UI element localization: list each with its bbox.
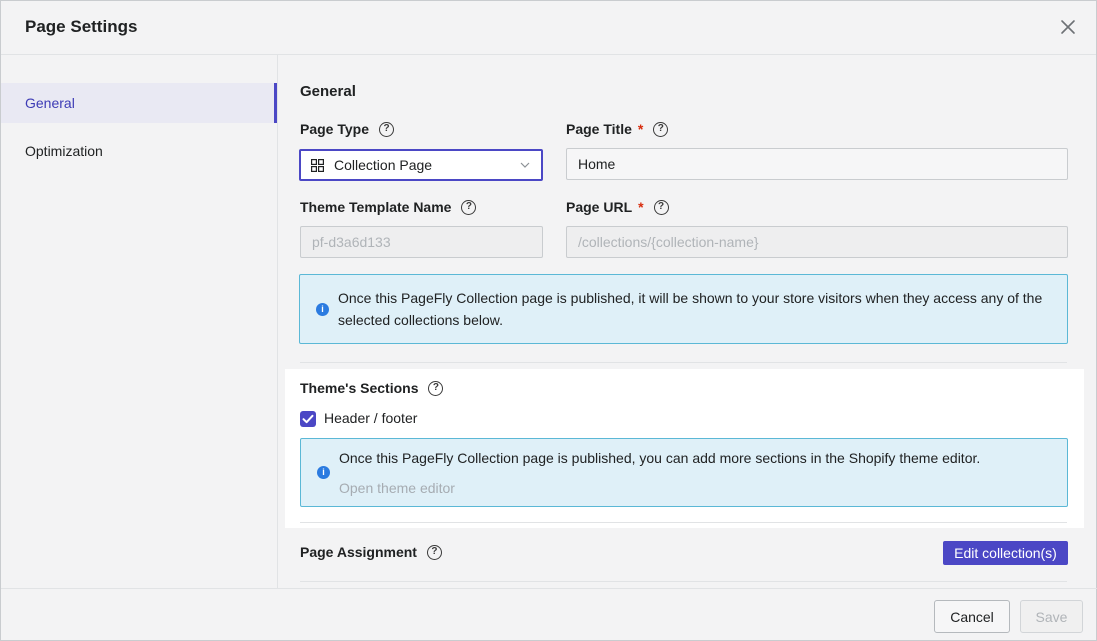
info-icon: i — [317, 466, 330, 479]
section-title-general: General — [300, 83, 356, 100]
close-icon[interactable] — [1058, 17, 1078, 37]
help-icon[interactable]: ? — [428, 380, 444, 396]
page-title-label-text: Page Title — [566, 121, 632, 137]
header-footer-checkbox[interactable] — [300, 411, 316, 427]
page-assignment-label-text: Page Assignment — [300, 544, 417, 560]
page-assignment-label: Page Assignment ? — [300, 544, 442, 560]
theme-template-label: Theme Template Name ? — [300, 199, 477, 215]
theme-template-input[interactable]: pf-d3a6d133 — [300, 226, 543, 258]
help-icon[interactable]: ? — [653, 199, 669, 215]
required-mark: * — [638, 199, 644, 215]
grid-icon — [311, 158, 324, 172]
divider — [300, 522, 1067, 523]
page-settings-modal: Page Settings General Optimization Gener… — [0, 0, 1097, 641]
required-mark: * — [637, 121, 644, 137]
page-url-label-text: Page URL — [566, 199, 633, 215]
theme-sections-banner: i Once this PageFly Collection page is p… — [300, 438, 1068, 507]
info-icon: i — [316, 303, 329, 316]
page-type-select[interactable]: Collection Page — [299, 149, 543, 181]
help-icon[interactable]: ? — [653, 121, 669, 137]
settings-sidebar: General Optimization — [1, 55, 278, 588]
theme-sections-label-text: Theme's Sections — [300, 380, 419, 396]
info-banner-text: Once this PageFly Collection page is pub… — [338, 290, 1043, 328]
divider — [300, 581, 1067, 582]
page-title-label: Page Title * ? — [566, 121, 669, 137]
help-icon[interactable]: ? — [461, 199, 477, 215]
info-banner: i Once this PageFly Collection page is p… — [299, 274, 1068, 344]
page-type-value: Collection Page — [334, 157, 433, 173]
help-icon[interactable]: ? — [379, 121, 394, 137]
open-theme-editor-link[interactable]: Open theme editor — [339, 477, 1053, 499]
sidebar-item-optimization[interactable]: Optimization — [1, 131, 277, 171]
save-button[interactable]: Save — [1020, 600, 1083, 633]
page-url-label: Page URL * ? — [566, 199, 669, 215]
cancel-button[interactable]: Cancel — [934, 600, 1010, 633]
page-type-label-text: Page Type — [300, 121, 369, 137]
modal-footer: Cancel Save — [1, 588, 1097, 641]
divider — [300, 362, 1067, 363]
theme-template-label-text: Theme Template Name — [300, 199, 452, 215]
page-title-input[interactable]: Home — [566, 148, 1068, 180]
page-url-input[interactable]: /collections/{collection-name} — [566, 226, 1068, 258]
page-type-label: Page Type ? — [300, 121, 394, 137]
modal-title: Page Settings — [25, 17, 138, 36]
help-icon[interactable]: ? — [426, 544, 442, 560]
modal-header: Page Settings — [1, 1, 1096, 55]
theme-sections-banner-text: Once this PageFly Collection page is pub… — [339, 450, 981, 466]
chevron-down-icon — [520, 162, 530, 168]
theme-sections-label: Theme's Sections ? — [300, 380, 444, 396]
edit-collections-button[interactable]: Edit collection(s) — [943, 541, 1068, 565]
header-footer-label[interactable]: Header / footer — [324, 410, 417, 426]
sidebar-item-general[interactable]: General — [1, 83, 277, 123]
checkmark-icon — [302, 414, 314, 424]
